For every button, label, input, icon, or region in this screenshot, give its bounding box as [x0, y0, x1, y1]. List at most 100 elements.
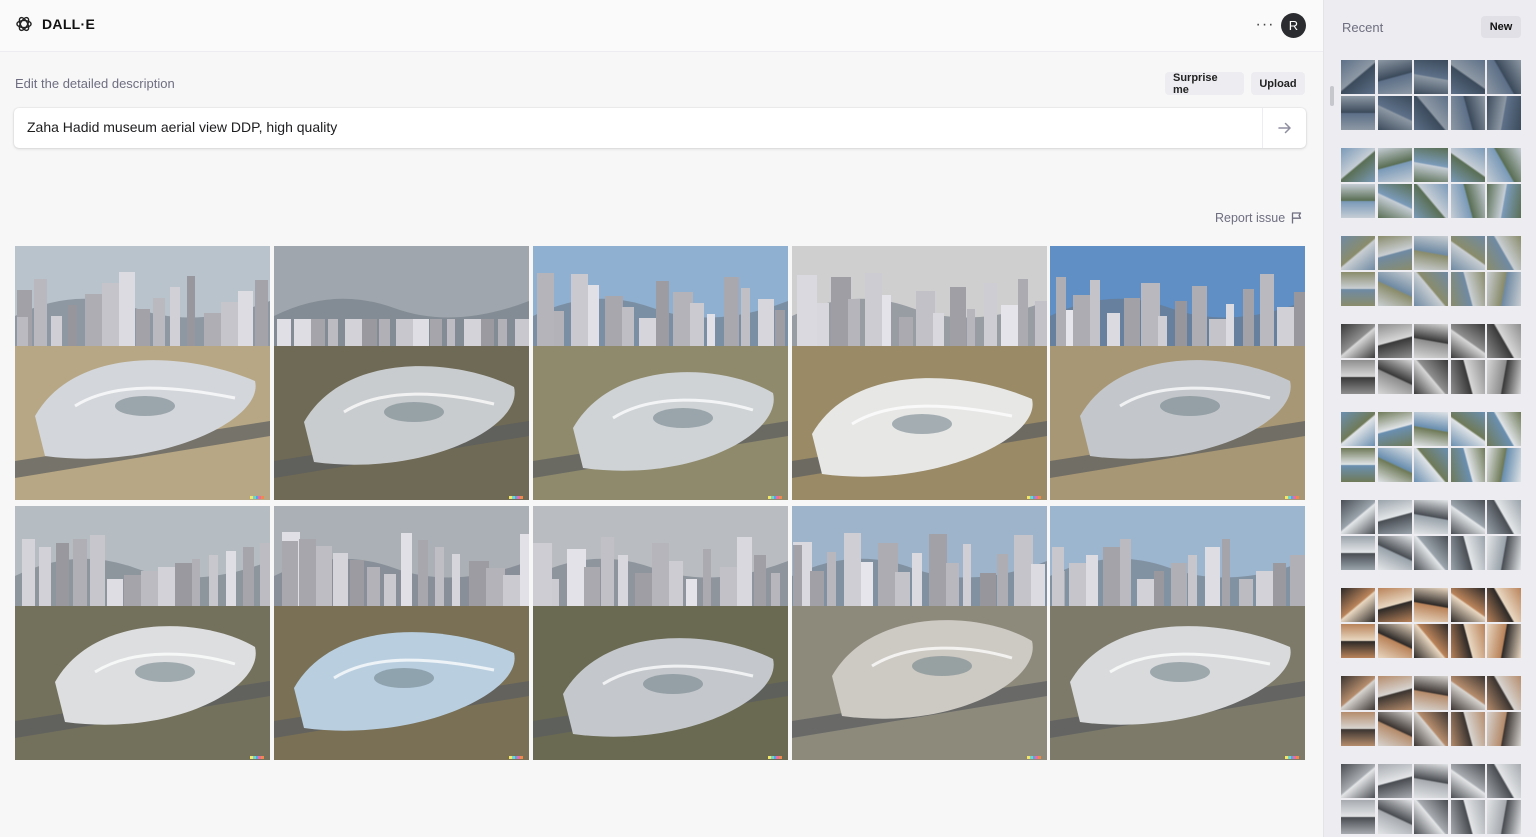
submit-button[interactable]: [1263, 108, 1306, 148]
recent-thumbnail: [1450, 272, 1485, 306]
result-image[interactable]: [274, 506, 529, 760]
recent-history-item[interactable]: [1341, 412, 1522, 484]
result-image[interactable]: [15, 246, 270, 500]
recent-thumbnail: [1487, 712, 1521, 746]
recent-thumbnail: [1377, 148, 1412, 182]
recent-thumbnail: [1341, 712, 1375, 746]
recent-thumbnail: [1377, 800, 1412, 834]
upload-button[interactable]: Upload: [1251, 72, 1305, 95]
recent-history-item[interactable]: [1341, 764, 1522, 836]
recent-thumbnail: [1414, 588, 1448, 622]
report-issue-link[interactable]: Report issue: [1215, 211, 1302, 225]
recent-thumbnail: [1487, 96, 1521, 130]
recent-thumbnail: [1450, 360, 1485, 394]
recent-thumbnail: [1487, 60, 1521, 94]
recent-thumbnail: [1450, 588, 1485, 622]
recent-thumbnail: [1450, 624, 1485, 658]
recent-thumbnail: [1341, 236, 1375, 270]
recent-thumbnail: [1487, 184, 1521, 218]
recent-thumbnail: [1414, 412, 1448, 446]
result-grid: [15, 246, 1306, 760]
brand[interactable]: DALL·E: [14, 14, 95, 34]
recent-thumbnail: [1487, 536, 1521, 570]
recent-history-item[interactable]: [1341, 676, 1522, 748]
recent-thumbnail: [1414, 800, 1448, 834]
openai-logo-icon: [16, 16, 32, 32]
recent-thumbnail: [1377, 272, 1412, 306]
recent-thumbnail: [1377, 536, 1412, 570]
report-issue-label: Report issue: [1215, 211, 1286, 225]
recent-thumbnail: [1450, 536, 1485, 570]
recent-history-item[interactable]: [1341, 500, 1522, 572]
new-button[interactable]: New: [1481, 16, 1521, 38]
app-title: DALL·E: [42, 16, 96, 32]
recent-thumbnail: [1450, 324, 1485, 358]
recent-thumbnail: [1487, 676, 1521, 710]
recent-thumbnail: [1487, 448, 1521, 482]
recent-thumbnail: [1414, 236, 1448, 270]
recent-history-item[interactable]: [1341, 588, 1522, 660]
recent-thumbnail: [1450, 800, 1485, 834]
recent-thumbnail: [1377, 324, 1412, 358]
recent-thumbnail: [1377, 236, 1412, 270]
recent-thumbnail: [1377, 588, 1412, 622]
recent-thumbnail: [1377, 184, 1412, 218]
recent-thumbnail: [1341, 536, 1375, 570]
dalle-signature: [509, 756, 523, 759]
prompt-text[interactable]: Zaha Hadid museum aerial view DDP, high …: [27, 119, 337, 135]
recent-thumbnail: [1414, 184, 1448, 218]
recent-thumbnail: [1450, 236, 1485, 270]
result-image[interactable]: [792, 246, 1047, 500]
sidebar-scrollbar[interactable]: [1330, 86, 1334, 106]
user-avatar[interactable]: R: [1281, 13, 1306, 38]
recent-thumbnail: [1487, 236, 1521, 270]
recent-thumbnail: [1341, 588, 1375, 622]
recent-thumbnail: [1341, 184, 1375, 218]
recent-thumbnail: [1341, 624, 1375, 658]
result-image[interactable]: [274, 246, 529, 500]
result-image[interactable]: [533, 506, 788, 760]
recent-thumbnail: [1487, 360, 1521, 394]
recent-thumbnail: [1487, 412, 1521, 446]
result-image[interactable]: [15, 506, 270, 760]
recent-thumbnail: [1414, 148, 1448, 182]
dalle-signature: [1027, 756, 1041, 759]
recent-thumbnail: [1377, 360, 1412, 394]
recent-thumbnail: [1377, 764, 1412, 798]
recent-thumbnail: [1341, 412, 1375, 446]
result-image[interactable]: [1050, 246, 1305, 500]
recent-thumbnail: [1341, 676, 1375, 710]
recent-thumbnail: [1414, 536, 1448, 570]
result-image[interactable]: [533, 246, 788, 500]
recent-thumbnail: [1341, 448, 1375, 482]
recent-thumbnail: [1450, 412, 1485, 446]
recent-history-item[interactable]: [1341, 60, 1522, 132]
recent-history-item[interactable]: [1341, 324, 1522, 396]
recent-thumbnail: [1414, 324, 1448, 358]
surprise-me-button[interactable]: Surprise me: [1165, 72, 1244, 96]
recent-thumbnail: [1377, 412, 1412, 446]
dalle-signature: [1027, 496, 1041, 499]
prompt-input[interactable]: Zaha Hadid museum aerial view DDP, high …: [14, 108, 1306, 148]
result-image[interactable]: [1050, 506, 1305, 760]
recent-thumbnail: [1450, 764, 1485, 798]
recent-thumbnail: [1341, 764, 1375, 798]
recent-thumbnail: [1414, 60, 1448, 94]
recent-thumbnail: [1377, 712, 1412, 746]
recent-thumbnail: [1450, 96, 1485, 130]
recent-thumbnail: [1341, 500, 1375, 534]
result-image[interactable]: [792, 506, 1047, 760]
recent-thumbnail: [1487, 324, 1521, 358]
recent-history-item[interactable]: [1341, 236, 1522, 308]
dalle-signature: [1285, 496, 1299, 499]
recent-thumbnail: [1487, 500, 1521, 534]
recent-thumbnail: [1414, 764, 1448, 798]
recent-history-item[interactable]: [1341, 148, 1522, 220]
more-options-icon[interactable]: ···: [1254, 14, 1276, 36]
recent-thumbnail: [1487, 272, 1521, 306]
recent-thumbnail: [1450, 148, 1485, 182]
recent-thumbnail: [1341, 800, 1375, 834]
flag-icon: [1292, 212, 1302, 224]
dalle-app: DALL·E ··· R Edit the detailed descripti…: [0, 0, 1536, 837]
recent-thumbnail: [1450, 676, 1485, 710]
